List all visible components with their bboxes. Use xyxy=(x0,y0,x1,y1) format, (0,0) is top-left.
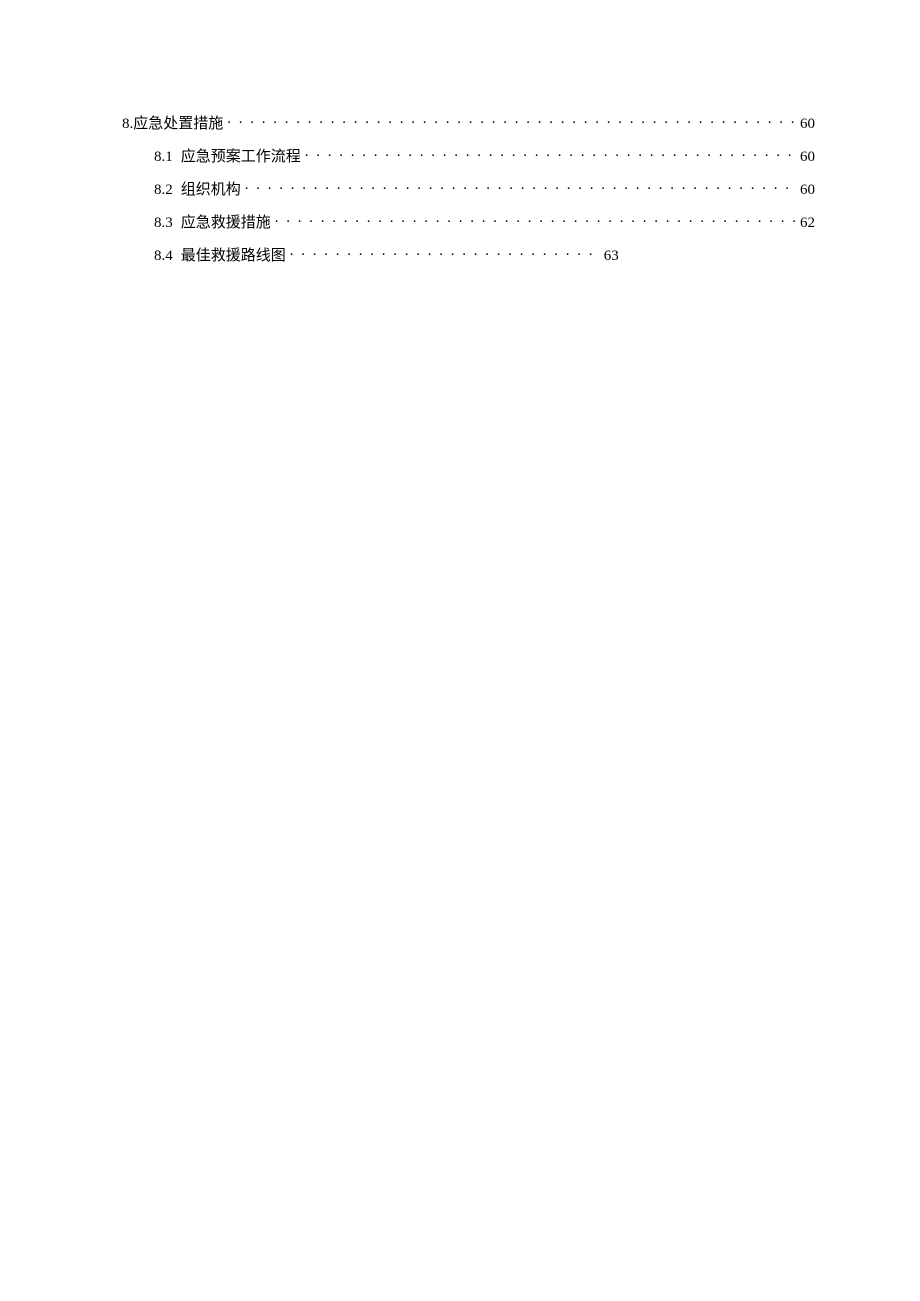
toc-leader-dots xyxy=(305,146,796,161)
toc-entry-8-1: 8.1 应急预案工作流程 60 xyxy=(154,145,815,166)
toc-leader-dots xyxy=(245,179,796,194)
toc-subsection-number: 8.3 xyxy=(154,215,173,232)
toc-subsection-page: 60 xyxy=(800,149,815,166)
toc-subsection-page: 62 xyxy=(800,215,815,232)
toc-leader-dots xyxy=(290,245,600,260)
toc-leader-dots xyxy=(275,212,796,227)
toc-entry-8-2: 8.2 组织机构 60 xyxy=(154,178,815,199)
toc-entry-8-4: 8.4 最佳救援路线图 63 xyxy=(154,244,815,265)
toc-entry-8-3: 8.3 应急救援措施 62 xyxy=(154,211,815,232)
toc-section-number: 8. xyxy=(122,116,133,133)
toc-subsection-page: 60 xyxy=(800,182,815,199)
toc-subsection-title: 最佳救援路线图 xyxy=(181,244,286,265)
toc-leader-dots xyxy=(227,113,796,128)
toc-subsection-title: 应急预案工作流程 xyxy=(181,145,301,166)
toc-entry-section-8: 8. 应急处置措施 60 xyxy=(122,112,815,133)
toc-section-title: 应急处置措施 xyxy=(133,112,223,133)
toc-subsection-number: 8.4 xyxy=(154,248,173,265)
toc-subsection-title: 组织机构 xyxy=(181,178,241,199)
toc-subsection-number: 8.1 xyxy=(154,149,173,166)
toc-subsection-number: 8.2 xyxy=(154,182,173,199)
toc-subsection-title: 应急救援措施 xyxy=(181,211,271,232)
toc-section-page: 60 xyxy=(800,116,815,133)
toc-subsection-page: 63 xyxy=(604,248,619,265)
